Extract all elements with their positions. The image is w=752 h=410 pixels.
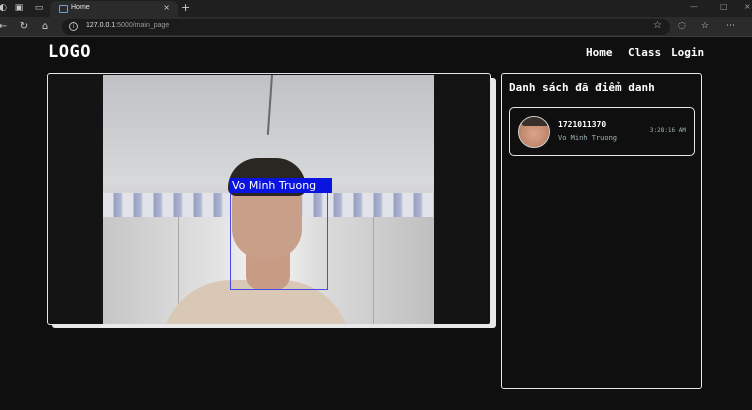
- attendance-panel: Danh sách đã điểm danh 1721011370 Vo Min…: [501, 73, 702, 389]
- url-text[interactable]: 127.0.0.1:5000/main_page: [86, 22, 169, 29]
- address-bar[interactable]: i 127.0.0.1:5000/main_page ☆: [62, 19, 670, 35]
- more-icon[interactable]: ⋯: [726, 21, 735, 31]
- browser-toolbar: ← ↻ ⌂ i 127.0.0.1:5000/main_page ☆ ◌ ☆ ⋯: [0, 17, 752, 37]
- student-name: Vo Minh Truong: [558, 134, 618, 142]
- info-icon[interactable]: i: [69, 22, 78, 31]
- star-icon[interactable]: ☆: [653, 20, 662, 31]
- back-icon[interactable]: ←: [0, 21, 9, 33]
- avatar: [518, 116, 550, 148]
- refresh-icon[interactable]: ↻: [18, 21, 30, 33]
- video-panel: Vo Minh Truong: [47, 73, 491, 325]
- face-detection-label: Vo Minh Truong: [230, 178, 332, 193]
- workspaces-icon[interactable]: ▣: [14, 3, 24, 13]
- minimize-icon[interactable]: —: [690, 2, 698, 11]
- browser-tab-home[interactable]: Home ×: [50, 1, 178, 17]
- new-tab-button[interactable]: +: [181, 1, 190, 14]
- attendance-title: Danh sách đã điểm danh: [509, 81, 655, 94]
- close-window-icon[interactable]: ×: [744, 2, 751, 11]
- student-id: 1721011370: [558, 120, 607, 129]
- nav-login[interactable]: Login: [671, 46, 704, 59]
- close-tab-icon[interactable]: ×: [163, 3, 170, 12]
- maximize-icon[interactable]: □: [720, 2, 728, 11]
- page-icon: [59, 5, 68, 13]
- tab-actions-icon[interactable]: ▭: [34, 3, 44, 13]
- home-icon[interactable]: ⌂: [39, 21, 51, 33]
- extensions-icon[interactable]: ◌: [678, 21, 686, 31]
- page: LOGO Home Class Login Vo Minh Truong Dan…: [0, 38, 752, 410]
- nav-home[interactable]: Home: [586, 46, 613, 59]
- profile-icon[interactable]: ◐: [0, 3, 8, 13]
- favorites-icon[interactable]: ☆: [701, 21, 709, 31]
- check-in-time: 3:28:16 AM: [649, 127, 686, 134]
- browser-tab-bar: ◐ ▣ ▭ Home × + — □ ×: [0, 0, 752, 17]
- attendance-card[interactable]: 1721011370 Vo Minh Truong 3:28:16 AM: [509, 107, 695, 156]
- tab-title: Home: [71, 4, 90, 11]
- nav-class[interactable]: Class: [628, 46, 661, 59]
- logo[interactable]: LOGO: [48, 42, 91, 62]
- face-detection-box: [230, 191, 328, 290]
